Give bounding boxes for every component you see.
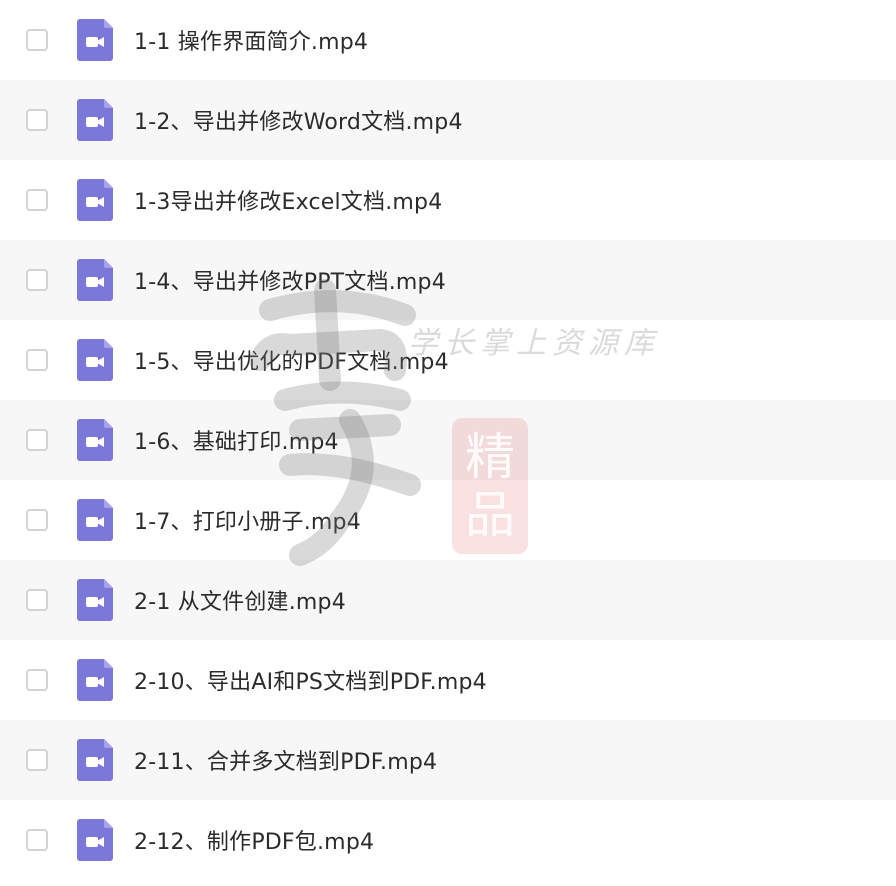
list-item[interactable]: 1-7、打印小册子.mp4 <box>0 480 896 560</box>
file-name: 2-11、合并多文档到PDF.mp4 <box>134 750 438 775</box>
list-item[interactable]: 1-5、导出优化的PDF文档.mp4 <box>0 320 896 400</box>
file-name: 1-1 操作界面简介.mp4 <box>134 30 369 55</box>
video-file-icon <box>77 339 113 381</box>
file-name: 1-2、导出并修改Word文档.mp4 <box>134 110 463 135</box>
row-checkbox[interactable] <box>26 29 48 51</box>
video-file-icon <box>77 19 113 61</box>
row-checkbox[interactable] <box>26 749 48 771</box>
list-item[interactable]: 2-12、制作PDF包.mp4 <box>0 800 896 880</box>
video-file-icon <box>77 819 113 861</box>
video-file-icon <box>77 659 113 701</box>
row-checkbox[interactable] <box>26 509 48 531</box>
video-file-icon <box>77 179 113 221</box>
row-checkbox[interactable] <box>26 429 48 451</box>
list-item[interactable]: 1-4、导出并修改PPT文档.mp4 <box>0 240 896 320</box>
video-file-icon <box>77 259 113 301</box>
list-item[interactable]: 2-11、合并多文档到PDF.mp4 <box>0 720 896 800</box>
row-checkbox[interactable] <box>26 109 48 131</box>
list-item[interactable]: 2-1 从文件创建.mp4 <box>0 560 896 640</box>
video-file-icon <box>77 739 113 781</box>
file-list: 1-1 操作界面简介.mp4 1-2、导出并修改Word文档.mp4 1-3导出… <box>0 0 896 886</box>
list-item[interactable]: 1-6、基础打印.mp4 <box>0 400 896 480</box>
file-name: 2-1 从文件创建.mp4 <box>134 590 346 615</box>
video-file-icon <box>77 499 113 541</box>
list-item[interactable]: 2-10、导出AI和PS文档到PDF.mp4 <box>0 640 896 720</box>
file-name: 2-10、导出AI和PS文档到PDF.mp4 <box>134 670 487 695</box>
list-item[interactable]: 1-1 操作界面简介.mp4 <box>0 0 896 80</box>
row-checkbox[interactable] <box>26 669 48 691</box>
list-item[interactable]: 1-3导出并修改Excel文档.mp4 <box>0 160 896 240</box>
row-checkbox[interactable] <box>26 589 48 611</box>
file-name: 1-6、基础打印.mp4 <box>134 430 339 455</box>
video-file-icon <box>77 99 113 141</box>
file-name: 1-4、导出并修改PPT文档.mp4 <box>134 270 446 295</box>
row-checkbox[interactable] <box>26 829 48 851</box>
row-checkbox[interactable] <box>26 269 48 291</box>
video-file-icon <box>77 579 113 621</box>
video-file-icon <box>77 419 113 461</box>
file-name: 2-12、制作PDF包.mp4 <box>134 830 375 855</box>
list-item[interactable]: 1-2、导出并修改Word文档.mp4 <box>0 80 896 160</box>
row-checkbox[interactable] <box>26 189 48 211</box>
row-checkbox[interactable] <box>26 349 48 371</box>
file-name: 1-7、打印小册子.mp4 <box>134 510 361 535</box>
file-name: 1-3导出并修改Excel文档.mp4 <box>134 190 443 215</box>
file-name: 1-5、导出优化的PDF文档.mp4 <box>134 350 449 375</box>
